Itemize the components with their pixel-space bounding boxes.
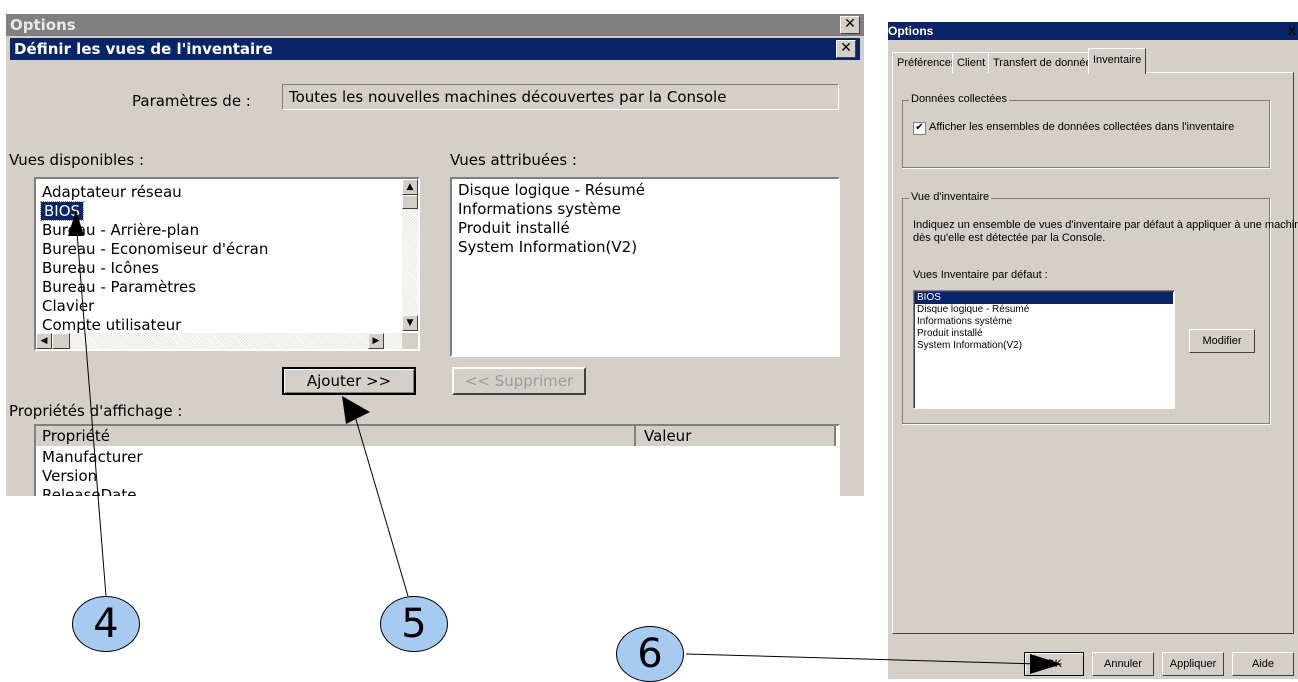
callout-5: 5 — [380, 596, 448, 652]
callout-6: 6 — [616, 626, 684, 682]
arrow-6-head — [1030, 654, 1062, 674]
callout-4: 4 — [72, 596, 140, 652]
arrow-4-line — [75, 219, 107, 597]
annotation-arrows — [68, 210, 1062, 674]
arrow-6-line — [685, 653, 1041, 665]
arrow-5-line — [351, 405, 409, 597]
arrow-4-head — [68, 210, 84, 236]
tab-inventory[interactable]: Inventaire — [1088, 48, 1147, 74]
